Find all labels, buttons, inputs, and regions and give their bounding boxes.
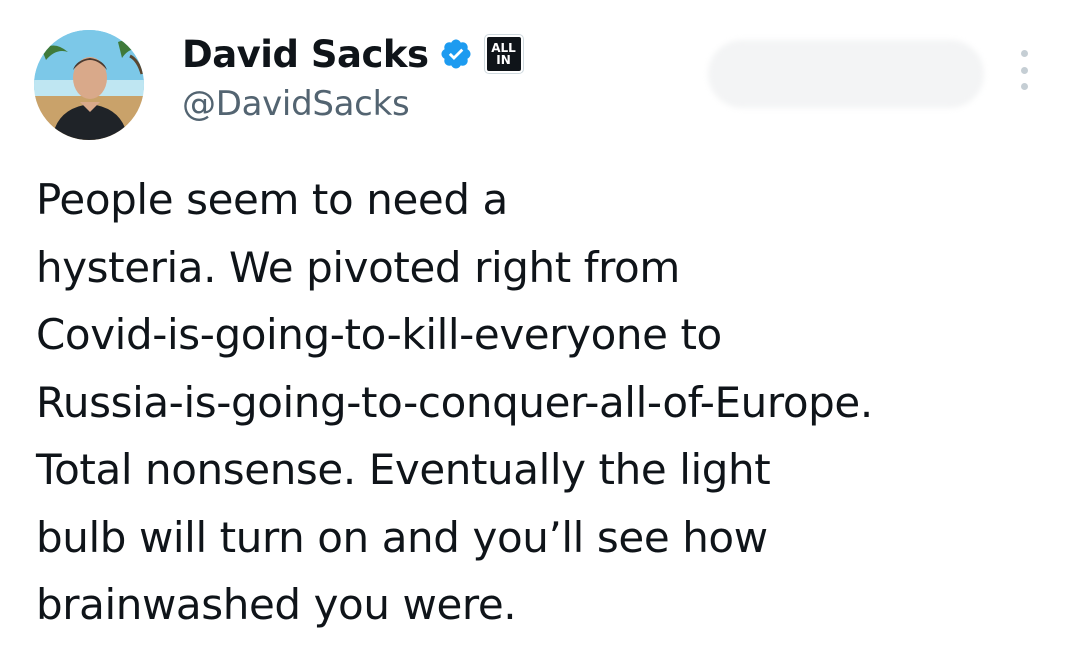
blurred-follow-button	[708, 40, 984, 108]
affiliate-badge-line-2: IN	[496, 53, 511, 67]
verified-badge-icon	[441, 39, 471, 69]
avatar-image	[34, 30, 144, 140]
tweet-text-line: Russia-is-going-to-conquer-all-of-Europe…	[36, 377, 873, 427]
author-name-row: David Sacks ALL IN	[182, 30, 523, 78]
tweet-text-line: People seem to need a	[36, 175, 508, 224]
more-dot	[1020, 83, 1028, 90]
author-handle[interactable]: @DavidSacks	[182, 84, 410, 124]
tweet-card: David Sacks ALL IN @DavidSacks People se…	[0, 0, 1080, 646]
more-dot	[1020, 50, 1028, 57]
tweet-text-line: Covid-is-going-to-kill-everyone to	[36, 310, 722, 359]
tweet-text-line: Total nonsense. Eventually the light	[36, 445, 771, 494]
tweet-text: People seem to need a hysteria. We pivot…	[36, 166, 1066, 639]
tweet-text-line: bulb will turn on and you’ll see how	[36, 512, 768, 562]
more-options-icon[interactable]	[1010, 50, 1038, 90]
avatar[interactable]	[34, 30, 144, 140]
tweet-text-line: hysteria. We pivoted right from	[36, 242, 680, 292]
affiliate-badge-all-in[interactable]: ALL IN	[484, 35, 523, 73]
tweet-text-line: brainwashed you were.	[36, 580, 517, 629]
more-dot	[1020, 66, 1028, 74]
author-display-name[interactable]: David Sacks	[182, 33, 429, 76]
